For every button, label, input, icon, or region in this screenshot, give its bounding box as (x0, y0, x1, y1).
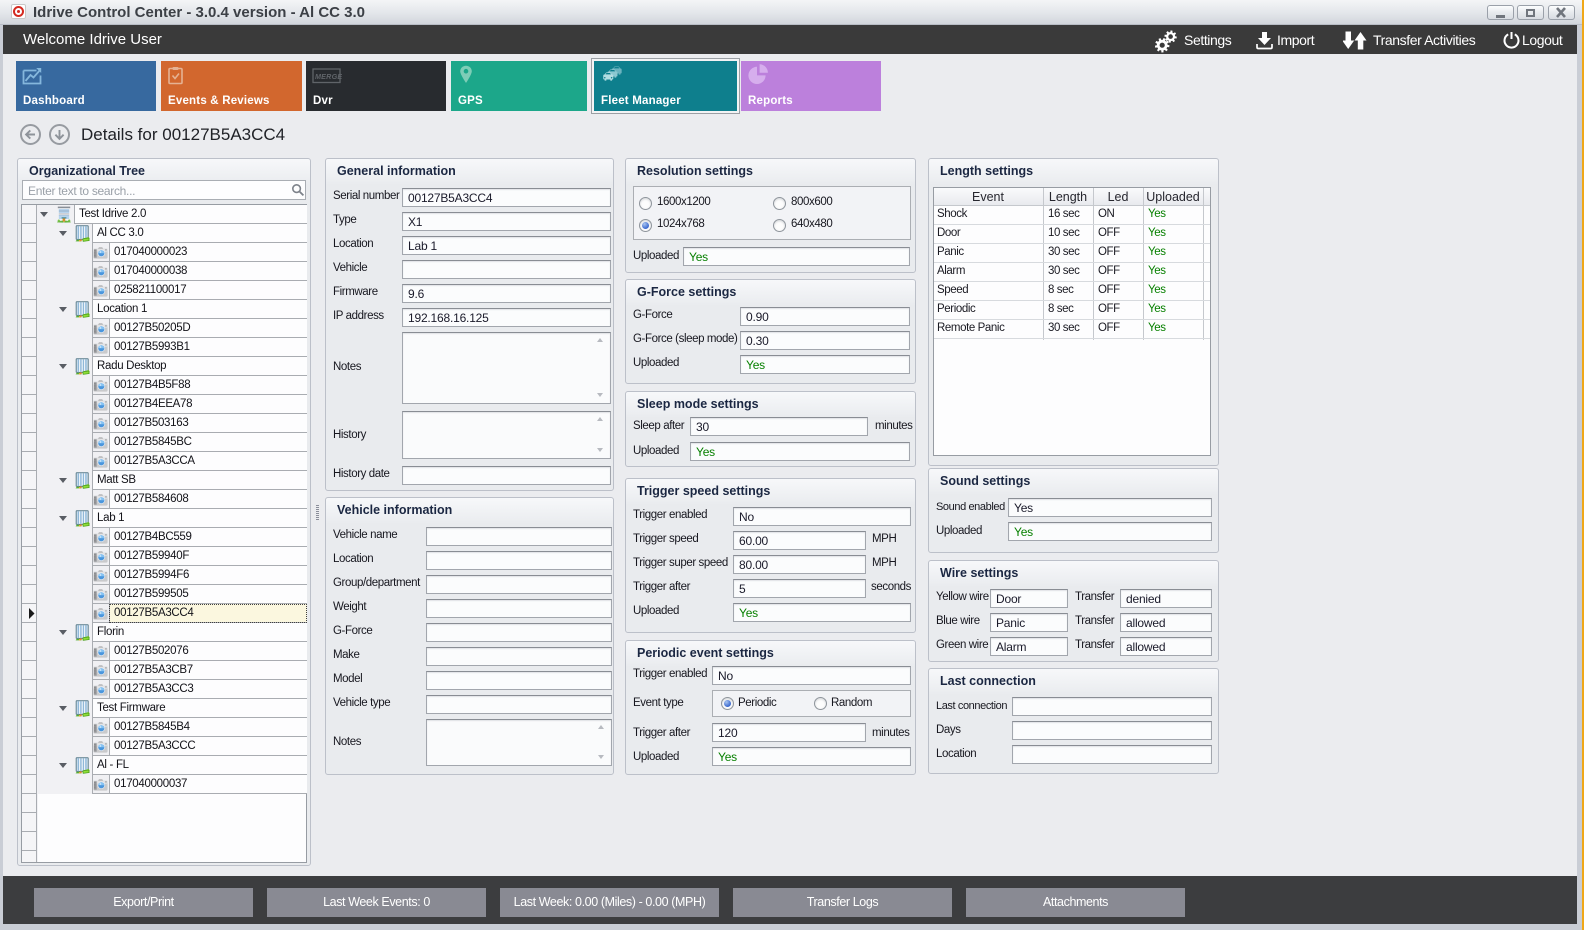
svg-text:MERGE: MERGE (315, 72, 342, 81)
